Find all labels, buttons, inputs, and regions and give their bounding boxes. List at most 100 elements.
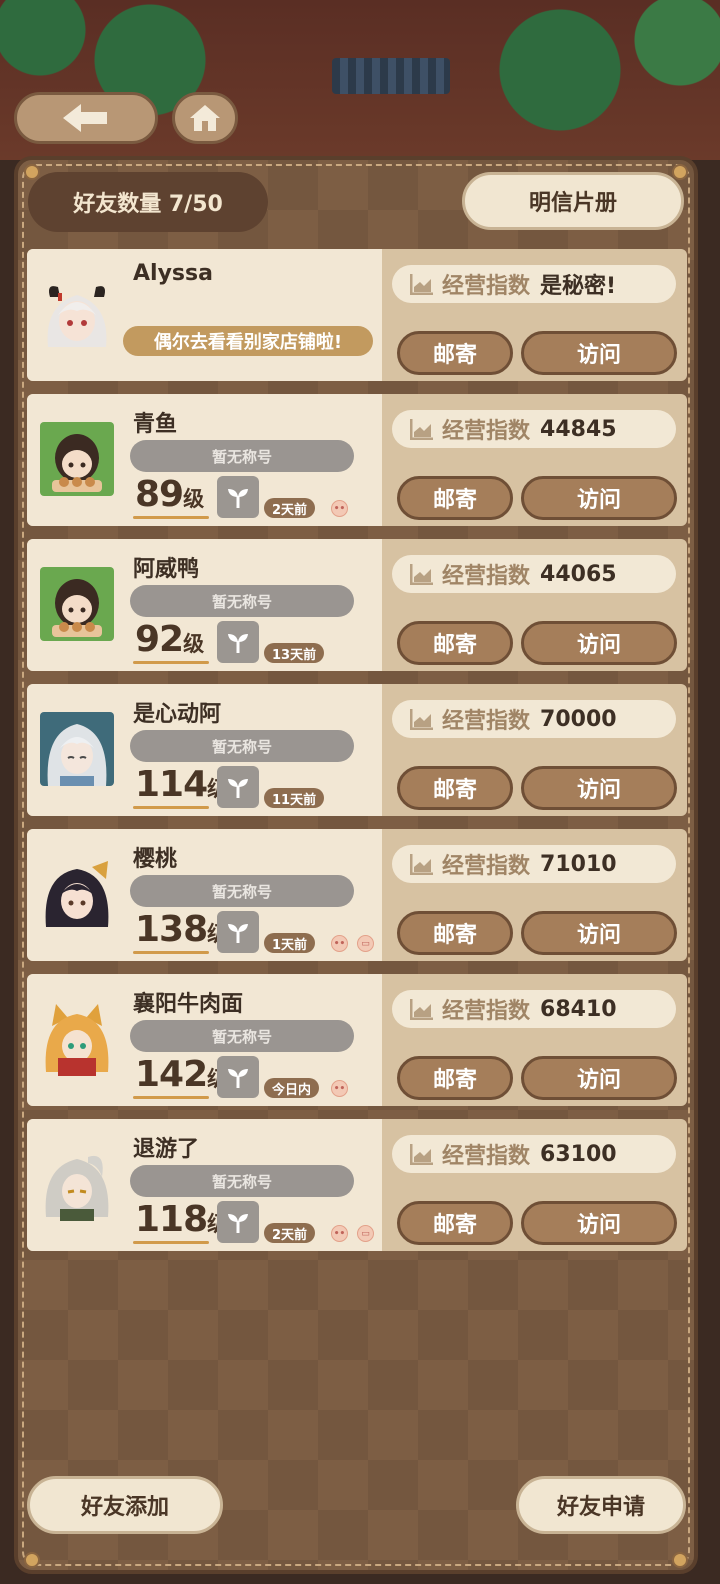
business-score: 经营指数 63100 [392, 1135, 676, 1173]
score-value: 是秘密! [540, 274, 617, 299]
level-number: 138 [135, 909, 208, 950]
friend-name: 退游了 [133, 1137, 200, 1162]
friend-name: 樱桃 [133, 847, 178, 872]
last-online-badge: 2天前 [264, 498, 316, 518]
score-label: 经营指数 [442, 999, 531, 1024]
business-score: 经营指数 68410 [392, 990, 676, 1028]
level-number: 118 [135, 1199, 208, 1240]
friend-name: 襄阳牛肉面 [133, 992, 244, 1017]
avatar[interactable] [40, 857, 114, 931]
friend-level: 114 级 [135, 764, 228, 810]
brown-hair-icon [52, 579, 102, 637]
friend-level: 89 级 [135, 474, 204, 520]
postcard-album-button[interactable]: 明信片册 [462, 172, 684, 230]
visit-button[interactable]: 访问 [521, 766, 677, 810]
score-label: 经营指数 [442, 564, 531, 589]
friend-name: 阿威鸭 [133, 557, 200, 582]
level-unit: 级 [183, 487, 205, 511]
level-underline [133, 1096, 209, 1099]
panel-stud [24, 1552, 40, 1568]
friend-info: 退游了 暂无称号 118 级 2天前 •• ▭ [27, 1119, 382, 1251]
avatar[interactable] [40, 277, 114, 351]
add-friend-button[interactable]: 好友添加 [27, 1476, 223, 1534]
level-number: 89 [135, 474, 184, 515]
score-label: 经营指数 [442, 1144, 531, 1169]
friend-title: 暂无称号 [130, 875, 354, 907]
friend-count-label: 好友数量 7/50 [28, 172, 268, 232]
last-online-badge: 13天前 [264, 643, 325, 663]
level-underline [133, 516, 209, 519]
friend-info: Alyssa 偶尔去看看别家店铺啦! [27, 249, 382, 381]
mail-button[interactable]: 邮寄 [397, 1056, 513, 1100]
friend-info: 是心动阿 暂无称号 114 级 11天前 [27, 684, 382, 816]
visit-button[interactable]: 访问 [521, 911, 677, 955]
status-face-icon: •• [331, 1225, 348, 1242]
mail-button[interactable]: 邮寄 [397, 476, 513, 520]
score-value: 44065 [540, 561, 617, 587]
score-value: 44845 [540, 416, 617, 442]
friend-card: 阿威鸭 暂无称号 92 级 13天前 经营指数 44065 邮寄 访问 [27, 539, 687, 671]
home-button[interactable] [172, 92, 238, 144]
panel-stud [672, 1552, 688, 1568]
chart-icon [410, 419, 433, 440]
level-number: 92 [135, 619, 184, 660]
visit-button[interactable]: 访问 [521, 1056, 677, 1100]
visit-button[interactable]: 访问 [521, 331, 677, 375]
status-box-icon: ▭ [357, 1225, 374, 1242]
last-online-badge: 1天前 [264, 933, 316, 953]
panel-stud [672, 164, 688, 180]
last-online-badge: 今日内 [264, 1078, 320, 1098]
arrow-left-icon [63, 104, 107, 132]
avatar[interactable] [40, 1002, 114, 1076]
friend-name: 青鱼 [133, 412, 178, 437]
friend-card: 襄阳牛肉面 暂无称号 142 级 今日内 •• 经营指数 68410 邮寄 访问 [27, 974, 687, 1106]
business-score: 经营指数 71010 [392, 845, 676, 883]
last-online-badge: 2天前 [264, 1223, 316, 1243]
level-underline [133, 1241, 209, 1244]
panel-stud [24, 164, 40, 180]
score-value: 68410 [540, 996, 617, 1022]
score-value: 70000 [540, 706, 617, 732]
avatar[interactable] [40, 422, 114, 496]
friend-card: 是心动阿 暂无称号 114 级 11天前 经营指数 70000 邮寄 访问 [27, 684, 687, 816]
friend-info: 樱桃 暂无称号 138 级 1天前 •• ▭ [27, 829, 382, 961]
friend-info: 阿威鸭 暂无称号 92 级 13天前 [27, 539, 382, 671]
friend-level: 92 级 [135, 619, 204, 665]
avatar[interactable] [40, 567, 114, 641]
score-value: 63100 [540, 1141, 617, 1167]
level-unit: 级 [183, 632, 205, 656]
mail-button[interactable]: 邮寄 [397, 911, 513, 955]
friend-level: 138 级 [135, 909, 228, 955]
visit-button[interactable]: 访问 [521, 476, 677, 520]
sprout-icon [217, 476, 259, 518]
chart-icon [410, 564, 433, 585]
friend-info: 襄阳牛肉面 暂无称号 142 级 今日内 •• [27, 974, 382, 1106]
friend-level: 118 级 [135, 1199, 228, 1245]
back-button[interactable] [14, 92, 158, 144]
friend-info: 青鱼 暂无称号 89 级 2天前 •• [27, 394, 382, 526]
home-icon [190, 105, 220, 131]
business-score: 经营指数 44845 [392, 410, 676, 448]
friend-requests-button[interactable]: 好友申请 [516, 1476, 686, 1534]
chart-icon [410, 854, 433, 875]
visit-button[interactable]: 访问 [521, 1201, 677, 1245]
mail-button[interactable]: 邮寄 [397, 1201, 513, 1245]
score-label: 经营指数 [442, 854, 531, 879]
chart-icon [410, 1144, 433, 1165]
level-underline [133, 951, 209, 954]
visit-button[interactable]: 访问 [521, 621, 677, 665]
sprout-icon [217, 911, 259, 953]
mail-button[interactable]: 邮寄 [397, 766, 513, 810]
business-score: 经营指数 70000 [392, 700, 676, 738]
silver-hair-icon [47, 724, 107, 786]
friend-card: 退游了 暂无称号 118 级 2天前 •• ▭ 经营指数 63100 邮寄 访问 [27, 1119, 687, 1251]
friend-card: 樱桃 暂无称号 138 级 1天前 •• ▭ 经营指数 71010 邮寄 访问 [27, 829, 687, 961]
sprout-icon [217, 1056, 259, 1098]
score-label: 经营指数 [442, 709, 531, 734]
mail-button[interactable]: 邮寄 [397, 621, 513, 665]
friend-title: 暂无称号 [130, 440, 354, 472]
friend-name: Alyssa [133, 261, 213, 286]
avatar[interactable] [40, 712, 114, 786]
avatar[interactable] [40, 1147, 114, 1221]
mail-button[interactable]: 邮寄 [397, 331, 513, 375]
